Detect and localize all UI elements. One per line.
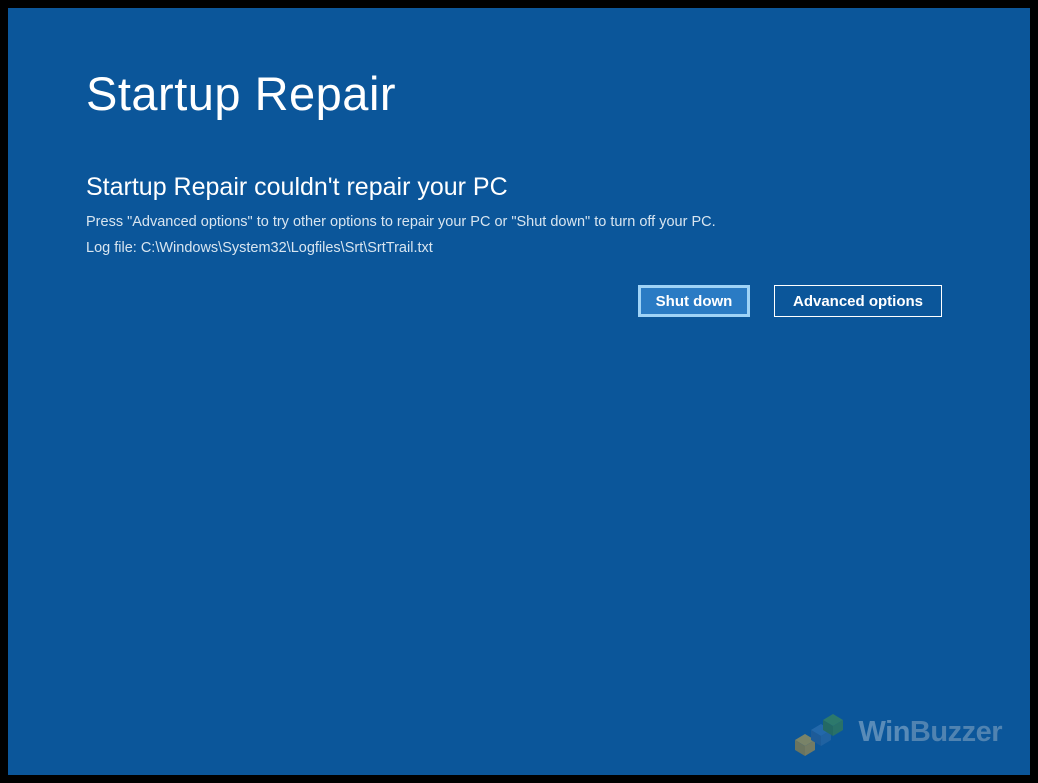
winbuzzer-logo-icon (787, 707, 849, 757)
page-title: Startup Repair (86, 66, 952, 121)
brand-part-2: Buzzer (910, 716, 1002, 748)
action-buttons: Shut down Advanced options (638, 285, 942, 317)
winbuzzer-watermark: WinBuzzer (787, 707, 1002, 757)
advanced-options-button[interactable]: Advanced options (774, 285, 942, 317)
shutdown-button[interactable]: Shut down (638, 285, 750, 317)
winbuzzer-brand-text: WinBuzzer (859, 716, 1002, 749)
startup-repair-screen: Startup Repair Startup Repair couldn't r… (8, 8, 1030, 775)
instruction-message: Press "Advanced options" to try other op… (86, 212, 952, 232)
error-subtitle: Startup Repair couldn't repair your PC (86, 173, 952, 202)
logfile-path: Log file: C:\Windows\System32\Logfiles\S… (86, 240, 952, 256)
brand-part-1: Win (859, 716, 910, 748)
